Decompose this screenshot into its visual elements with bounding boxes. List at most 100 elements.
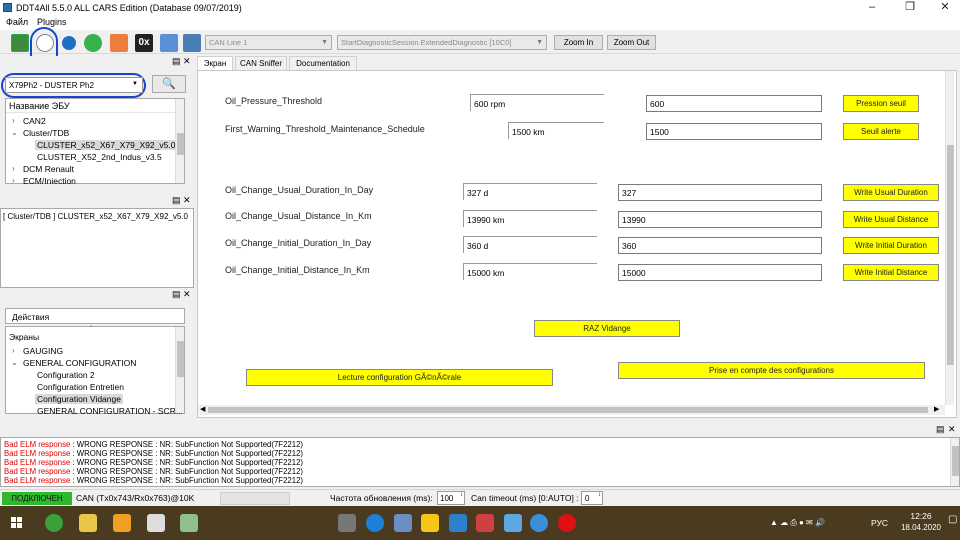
prise-en-compte-button[interactable]: Prise en compte des configurations [618, 362, 925, 379]
chip-icon[interactable] [338, 514, 356, 532]
spinner-icon[interactable]: ↕ [460, 492, 463, 498]
scroll-thumb[interactable] [177, 133, 184, 155]
can-line-select[interactable]: CAN Line 1 ▼ [205, 35, 332, 50]
raz-vidange-button[interactable]: RAZ Vidange [534, 320, 680, 337]
tab-screen[interactable]: Экран [197, 56, 233, 71]
float-icon[interactable]: ▤ [172, 56, 181, 67]
search-ecu-button[interactable]: 🔍 [152, 75, 186, 93]
tree-item-config-entretien[interactable]: Configuration Entretien [37, 382, 124, 392]
clock-time[interactable]: 12:26 [899, 511, 943, 521]
tool-app-icon[interactable] [180, 514, 198, 532]
tree-item-cluster-v5[interactable]: CLUSTER_x52_X67_X79_X92_v5.0 [35, 140, 178, 150]
close-pane-icon[interactable]: ✕ [948, 424, 956, 435]
float-icon[interactable]: ▤ [172, 289, 181, 300]
laptop-app-icon[interactable] [504, 514, 522, 532]
chevron-right-icon[interactable]: ▶ [934, 405, 939, 413]
float-icon[interactable]: ▤ [172, 195, 181, 206]
menu-plugins[interactable]: Plugins [37, 17, 67, 27]
first-warning-input[interactable]: 1500 [646, 123, 822, 140]
chevron-right-icon[interactable]: › [12, 164, 15, 173]
write-usual-duration-button[interactable]: Write Usual Duration [843, 184, 939, 201]
scroll-thumb[interactable] [208, 407, 928, 413]
window-app-icon[interactable] [147, 514, 165, 532]
chevron-up-icon[interactable]: ˆ [90, 326, 92, 333]
scroll-thumb[interactable] [177, 341, 184, 377]
tree-item-can2[interactable]: CAN2 [23, 116, 46, 126]
write-initial-distance-button[interactable]: Write Initial Distance [843, 264, 939, 281]
pipe-icon[interactable] [183, 34, 201, 52]
chevron-right-icon[interactable]: › [12, 116, 15, 125]
scroll-thumb[interactable] [952, 446, 959, 476]
initial-distance-input[interactable]: 15000 [618, 264, 822, 281]
language-indicator[interactable]: РУС [871, 518, 888, 528]
tree-item-ecm[interactable]: ECM/Injection [23, 176, 76, 184]
close-pane-icon[interactable]: ✕ [183, 289, 191, 300]
heartbeat-icon[interactable] [110, 34, 128, 52]
utorrent-icon[interactable] [45, 514, 63, 532]
scroll-thumb[interactable] [947, 145, 954, 365]
connect-icon[interactable] [11, 34, 29, 52]
tree-item-config-vidange[interactable]: Configuration Vidange [35, 394, 123, 404]
can-timeout-input[interactable]: 0 ↕ [581, 491, 603, 505]
log-scrollbar[interactable] [950, 438, 959, 486]
zoom-in-button[interactable]: Zoom In [554, 35, 603, 50]
opera-icon[interactable] [558, 514, 576, 532]
ecu-tree-scrollbar[interactable] [175, 99, 184, 183]
session-select[interactable]: StartDiagnosticSession.ExtendedDiagnosti… [337, 35, 547, 50]
vehicle-select[interactable]: X79Ph2 - DUSTER Ph2 ▼ [5, 77, 143, 93]
ddt-app-icon[interactable] [113, 514, 131, 532]
tree-item-dcm[interactable]: DCM Renault [23, 164, 74, 174]
log-pane: Bad ELM response : WRONG RESPONSE : NR: … [0, 437, 960, 487]
refresh-green-icon[interactable] [84, 34, 102, 52]
tree-item-config-2[interactable]: Configuration 2 [37, 370, 95, 380]
tree-item-gauging[interactable]: GAUGING [23, 346, 63, 356]
windows-start-icon[interactable] [11, 517, 23, 529]
chevron-left-icon[interactable]: ◀ [200, 405, 205, 413]
tree-item-cluster-v3[interactable]: CLUSTER_X52_2nd_Indus_v3.5 [37, 152, 162, 162]
shield-app-icon[interactable] [394, 514, 412, 532]
tree-item-general-config-scr[interactable]: GENERAL CONFIGURATION - SCR... [37, 406, 183, 414]
write-initial-duration-button[interactable]: Write Initial Duration [843, 237, 939, 254]
close-pane-icon[interactable]: ✕ [183, 195, 191, 206]
chevron-right-icon[interactable]: › [12, 176, 15, 185]
usual-duration-input[interactable]: 327 [618, 184, 822, 201]
screens-scrollbar[interactable] [175, 327, 184, 413]
spinner-icon[interactable]: ↕ [598, 492, 601, 498]
tree-item-cluster[interactable]: Cluster/TDB [23, 128, 69, 138]
tab-can-sniffer[interactable]: CAN Sniffer [235, 56, 287, 70]
close-pane-icon[interactable]: ✕ [183, 56, 191, 67]
three-app-icon[interactable] [449, 514, 467, 532]
clock-date[interactable]: 18.04.2020 [899, 523, 943, 532]
chevron-down-icon[interactable]: ⌄ [11, 128, 18, 137]
chevron-down-icon[interactable]: ⌄ [11, 358, 18, 367]
system-tray-icons[interactable]: ▲ ☁ ⎙ ● ✉ 🔊 [770, 518, 850, 528]
tab-documentation[interactable]: Documentation [289, 56, 357, 70]
restore-icon[interactable]: ❐ [895, 1, 925, 15]
teamviewer-icon[interactable] [366, 514, 384, 532]
lightning-app-icon[interactable] [476, 514, 494, 532]
lecture-config-button[interactable]: Lecture configuration GÃ©nÃ©rale [246, 369, 553, 386]
oil-pressure-input[interactable]: 600 [646, 95, 822, 112]
initial-duration-input[interactable]: 360 [618, 237, 822, 254]
network-icon[interactable] [160, 34, 178, 52]
notifications-icon[interactable]: ▢ [948, 514, 958, 532]
zoom-out-button[interactable]: Zoom Out [607, 35, 656, 50]
refresh-blue-icon[interactable] [62, 36, 76, 50]
minimize-icon[interactable]: – [857, 1, 887, 15]
hex-icon[interactable]: 0x [135, 34, 153, 52]
globe-app-icon[interactable] [530, 514, 548, 532]
file-explorer-icon[interactable] [79, 514, 97, 532]
pression-seuil-button[interactable]: Pression seuil [843, 95, 919, 112]
warning-app-icon[interactable] [421, 514, 439, 532]
chevron-right-icon[interactable]: › [12, 346, 15, 355]
screen-hscrollbar[interactable]: ◀ ▶ [198, 405, 945, 415]
close-icon[interactable]: ✕ [930, 1, 960, 15]
usual-distance-input[interactable]: 13990 [618, 211, 822, 228]
seuil-alerte-button[interactable]: Seuil alerte [843, 123, 919, 140]
screen-vscrollbar[interactable] [945, 71, 954, 405]
float-icon[interactable]: ▤ [936, 424, 945, 435]
tree-item-general-config[interactable]: GENERAL CONFIGURATION [23, 358, 136, 368]
menu-file[interactable]: Файл [6, 17, 28, 27]
write-usual-distance-button[interactable]: Write Usual Distance [843, 211, 939, 228]
refresh-rate-input[interactable]: 100 ↕ [437, 491, 465, 505]
